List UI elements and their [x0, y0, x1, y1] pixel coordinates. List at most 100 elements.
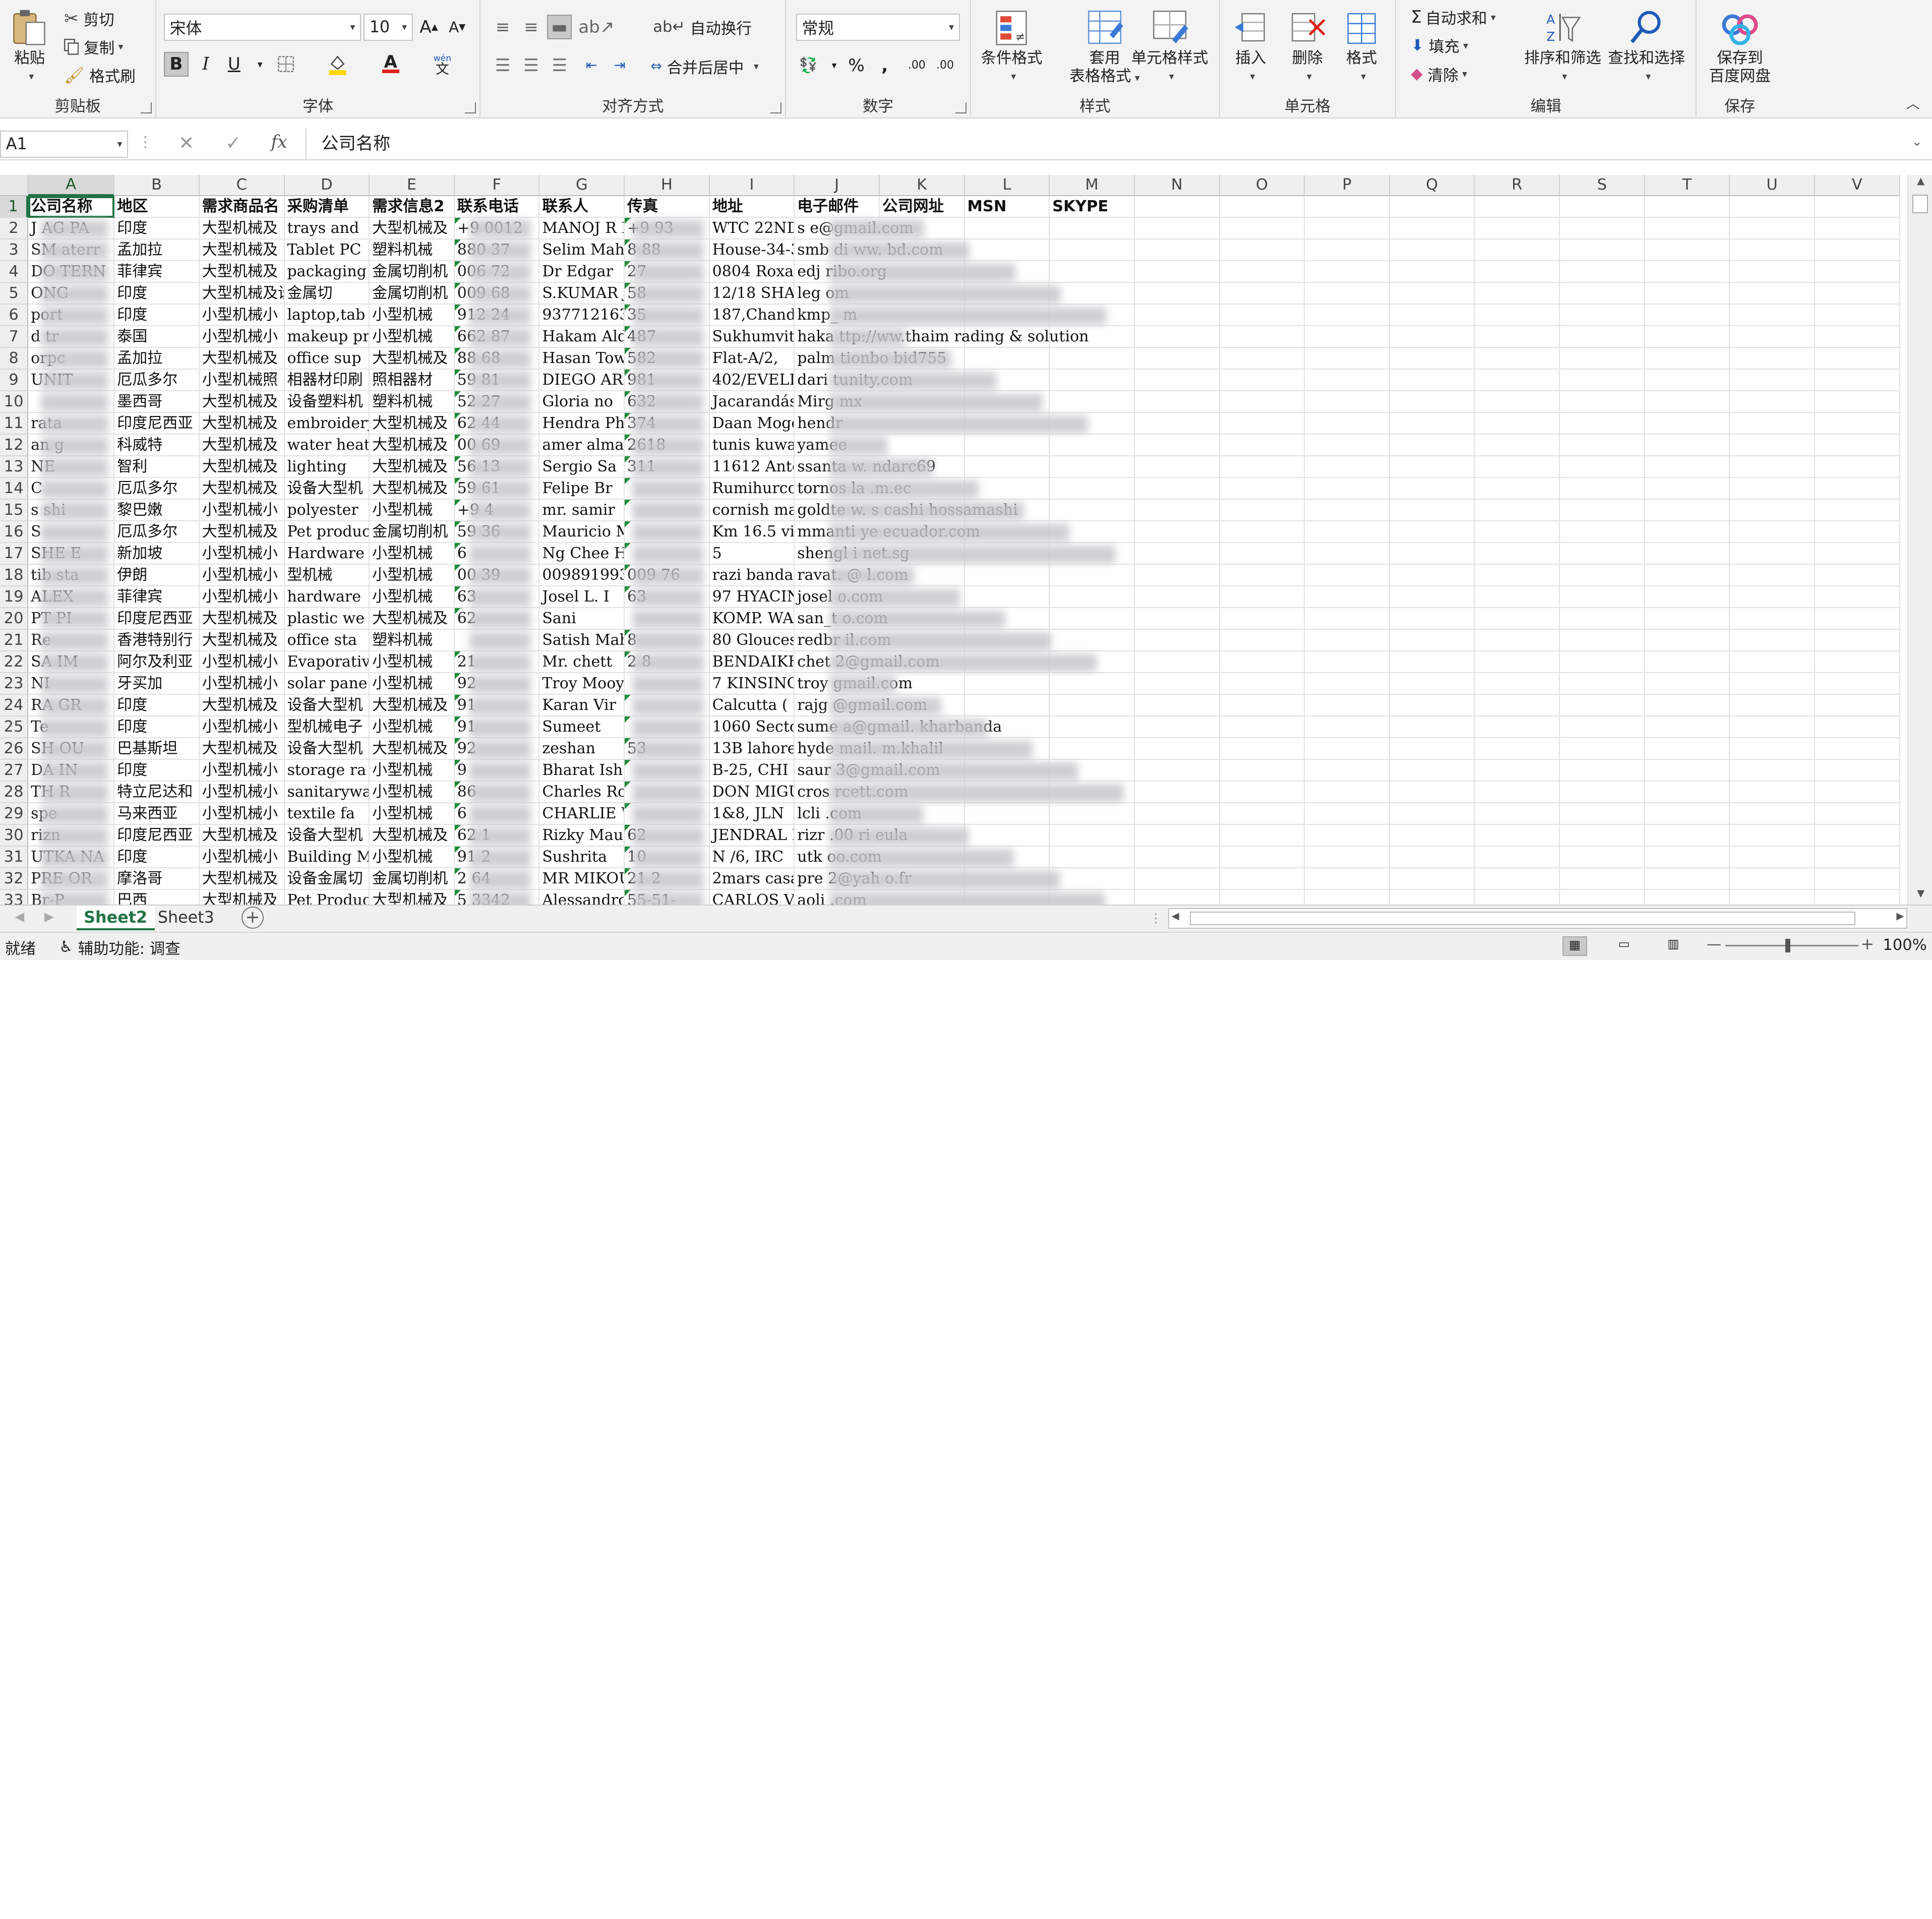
cell-N11[interactable]: [1134, 412, 1220, 435]
cell-Q29[interactable]: [1390, 803, 1475, 825]
cell-G29[interactable]: CHARLIE W: [539, 803, 625, 825]
tab-splitter-icon[interactable]: ⋮: [1150, 911, 1162, 925]
cell-N31[interactable]: [1134, 847, 1220, 869]
cell-R33[interactable]: [1475, 890, 1560, 905]
cell-C23[interactable]: 小型机械小: [199, 673, 285, 695]
cell-O13[interactable]: [1220, 456, 1305, 478]
vertical-scrollbar[interactable]: ▲ ▼: [1907, 175, 1932, 905]
cell-P32[interactable]: [1305, 868, 1390, 890]
cell-N30[interactable]: [1134, 825, 1220, 847]
cell-G14[interactable]: Felipe Br: [539, 477, 625, 500]
cell-N1[interactable]: [1134, 196, 1220, 218]
cell-Q10[interactable]: [1390, 391, 1475, 413]
cell-R6[interactable]: [1475, 304, 1560, 326]
cell-U11[interactable]: [1730, 412, 1815, 435]
cell-P5[interactable]: [1305, 282, 1390, 305]
cell-O27[interactable]: [1220, 759, 1305, 782]
cell-T12[interactable]: [1645, 434, 1730, 456]
cell-D11[interactable]: embroidery: [284, 412, 370, 435]
cell-U21[interactable]: [1730, 629, 1815, 651]
cell-N25[interactable]: [1134, 716, 1220, 738]
cell-B12[interactable]: 科威特: [114, 434, 200, 456]
cell-G1[interactable]: 联系人: [539, 196, 625, 218]
cell-E14[interactable]: 大型机械及: [370, 477, 455, 500]
cell-B32[interactable]: 摩洛哥: [114, 868, 200, 890]
cell-D5[interactable]: 金属切: [284, 282, 370, 305]
cell-B10[interactable]: 墨西哥: [114, 391, 200, 413]
align-right-button[interactable]: ☰: [547, 53, 572, 78]
column-header-F[interactable]: F: [454, 175, 540, 196]
cell-E12[interactable]: 大型机械及: [370, 434, 455, 456]
cell-P25[interactable]: [1305, 716, 1390, 738]
row-header[interactable]: 1: [0, 196, 29, 218]
sheet-tab-sheet3[interactable]: Sheet3: [150, 906, 221, 930]
cell-N26[interactable]: [1134, 738, 1220, 760]
row-header[interactable]: 30: [0, 825, 29, 847]
row-header[interactable]: 29: [0, 803, 29, 825]
cell-T20[interactable]: [1645, 608, 1730, 630]
cell-E18[interactable]: 小型机械: [370, 564, 455, 586]
cell-C20[interactable]: 大型机械及: [199, 608, 285, 630]
cell-P18[interactable]: [1305, 564, 1390, 586]
cell-S32[interactable]: [1560, 868, 1645, 890]
cell-G20[interactable]: Sani: [539, 608, 625, 630]
cell-E32[interactable]: 金属切削机: [370, 868, 455, 890]
cell-S17[interactable]: [1560, 543, 1645, 565]
cell-V29[interactable]: [1815, 803, 1900, 825]
cell-R16[interactable]: [1475, 521, 1560, 543]
cell-B21[interactable]: 香港特别行: [114, 629, 200, 651]
cell-G31[interactable]: Sushrita: [539, 847, 625, 869]
cell-O26[interactable]: [1220, 738, 1305, 760]
cell-V22[interactable]: [1815, 651, 1900, 673]
select-all-corner[interactable]: [0, 175, 29, 196]
column-header-K[interactable]: K: [880, 175, 965, 196]
cell-D15[interactable]: polyester: [284, 499, 370, 521]
cell-L12[interactable]: [964, 434, 1050, 456]
row-header[interactable]: 11: [0, 412, 29, 435]
cell-Q7[interactable]: [1390, 326, 1475, 348]
cell-I6[interactable]: 187,Chandi: [709, 304, 795, 326]
cell-C3[interactable]: 大型机械及: [199, 239, 285, 261]
cell-U22[interactable]: [1730, 651, 1815, 673]
cell-Q33[interactable]: [1390, 890, 1475, 905]
cell-D30[interactable]: 设备大型机: [284, 825, 370, 847]
cell-N27[interactable]: [1134, 759, 1220, 782]
column-header-A[interactable]: A: [28, 175, 115, 196]
cell-V24[interactable]: [1815, 694, 1900, 716]
cell-L29[interactable]: [964, 803, 1050, 825]
increase-indent-button[interactable]: ⇥: [608, 53, 632, 78]
cell-M25[interactable]: [1050, 716, 1135, 738]
align-top-button[interactable]: ≡: [491, 15, 515, 39]
cell-T31[interactable]: [1645, 847, 1730, 869]
cell-G3[interactable]: Selim Mah: [539, 239, 625, 261]
cell-I8[interactable]: Flat-A/2,: [709, 347, 795, 370]
cell-V30[interactable]: [1815, 825, 1900, 847]
cell-T26[interactable]: [1645, 738, 1730, 760]
cell-M9[interactable]: [1050, 369, 1135, 391]
cell-Q21[interactable]: [1390, 629, 1475, 651]
insert-button[interactable]: 插入 ▾: [1232, 8, 1269, 86]
cell-M23[interactable]: [1050, 673, 1135, 695]
cell-U25[interactable]: [1730, 716, 1815, 738]
cell-V1[interactable]: [1815, 196, 1900, 218]
cell-V11[interactable]: [1815, 412, 1900, 435]
row-header[interactable]: 31: [0, 847, 29, 869]
cell-N32[interactable]: [1134, 868, 1220, 890]
cell-P31[interactable]: [1305, 847, 1390, 869]
cell-R4[interactable]: [1475, 261, 1560, 283]
row-header[interactable]: 27: [0, 759, 29, 782]
cell-O10[interactable]: [1220, 391, 1305, 413]
format-as-table-button[interactable]: 套用 表格格式 ▾: [1069, 8, 1140, 88]
cell-N10[interactable]: [1134, 391, 1220, 413]
cell-G12[interactable]: amer alma: [539, 434, 625, 456]
cell-S28[interactable]: [1560, 781, 1645, 803]
cell-T32[interactable]: [1645, 868, 1730, 890]
cell-Q17[interactable]: [1390, 543, 1475, 565]
autosum-button[interactable]: Σ 自动求和 ▾: [1411, 6, 1495, 28]
row-header[interactable]: 22: [0, 651, 29, 673]
cell-G21[interactable]: Satish Mah: [539, 629, 625, 651]
cell-R24[interactable]: [1475, 694, 1560, 716]
cell-V18[interactable]: [1815, 564, 1900, 586]
cell-E16[interactable]: 金属切削机: [370, 521, 455, 543]
cell-I18[interactable]: razi banda: [709, 564, 795, 586]
